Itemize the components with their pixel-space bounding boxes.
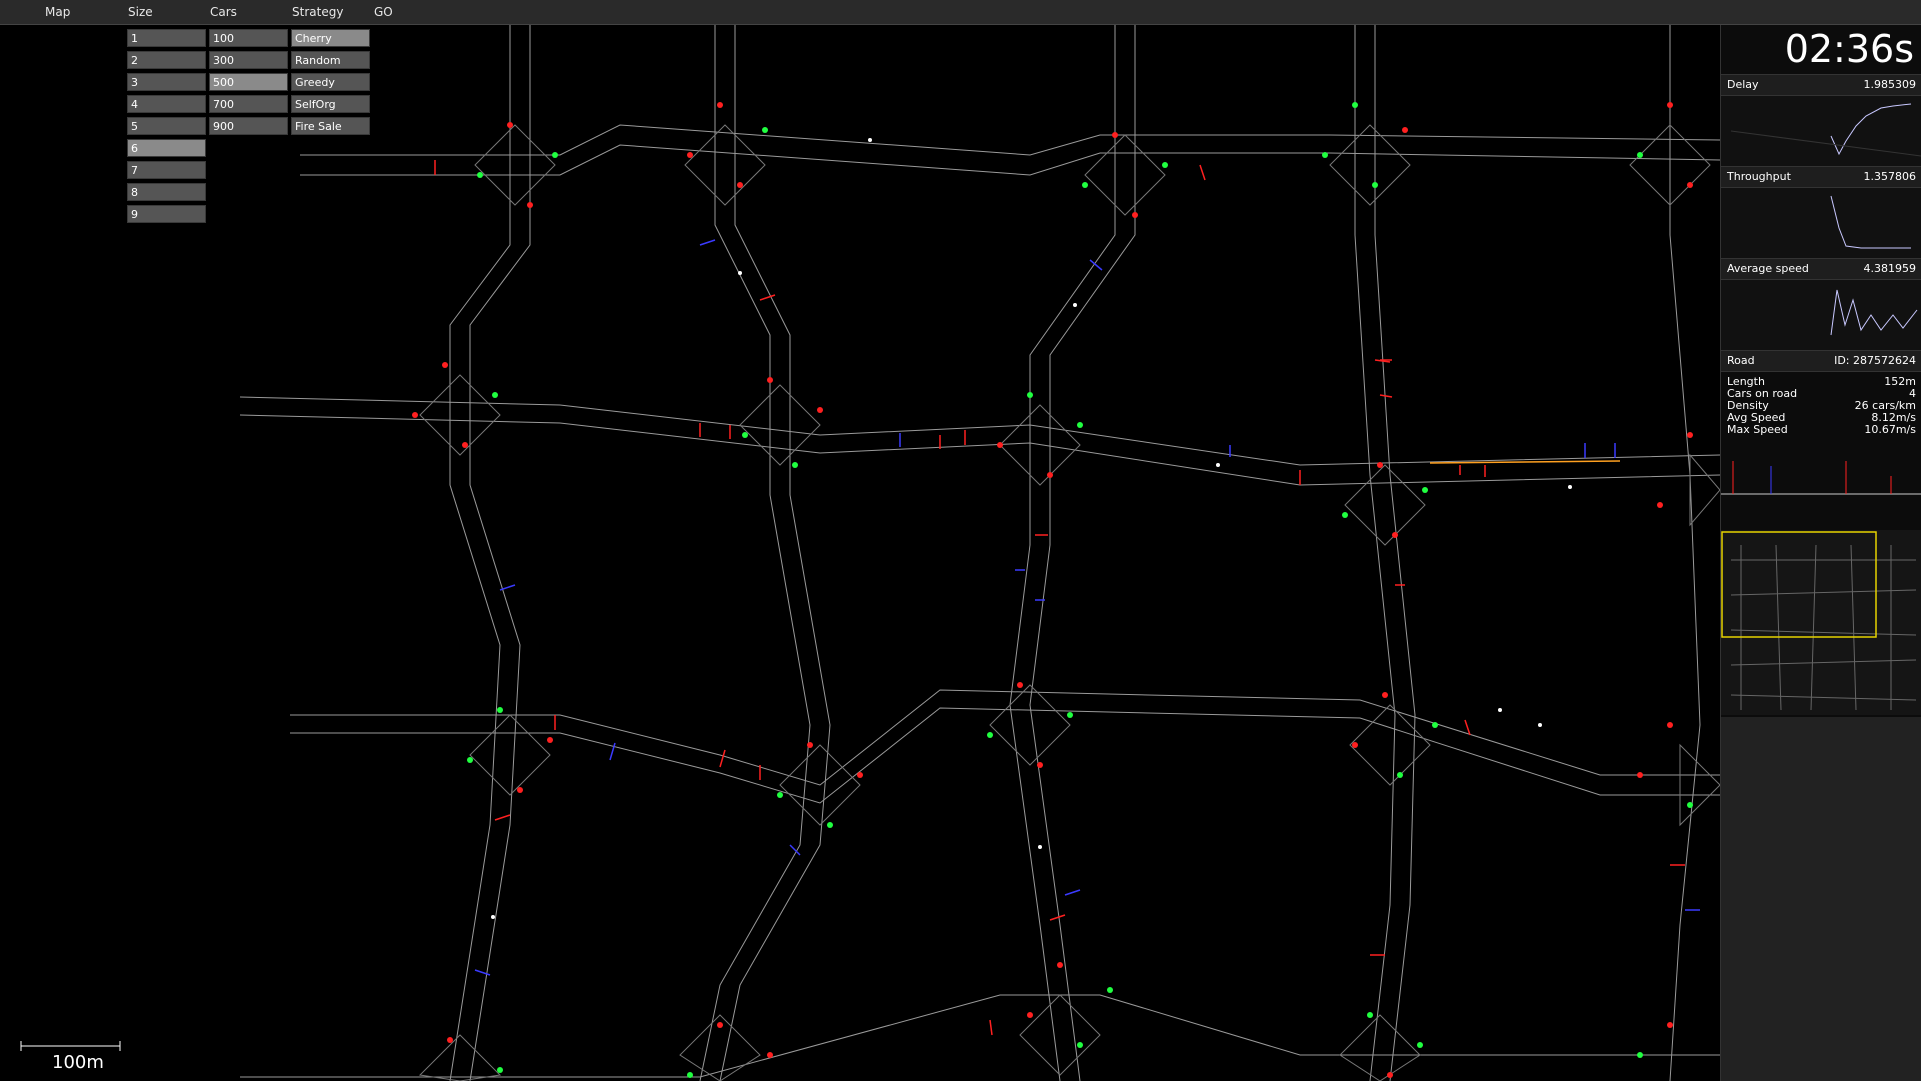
- road-section: Road ID: 287572624 Length 152m Cars on ro…: [1721, 350, 1921, 499]
- go-button[interactable]: GO: [374, 5, 393, 19]
- menu-map[interactable]: Map: [45, 5, 70, 19]
- average-speed-label: Average speed: [1727, 262, 1809, 275]
- delay-sparkline: [1721, 96, 1921, 166]
- road-details: Length 152m Cars on road 4 Density 26 cars/…: [1721, 372, 1921, 436]
- size-option-3[interactable]: 3: [127, 73, 206, 91]
- road-id: ID: 287572624: [1834, 354, 1916, 367]
- throughput-section: Throughput 1.357806: [1721, 166, 1921, 261]
- throughput-sparkline: [1721, 188, 1921, 258]
- top-menu-bar: Map Size Cars Strategy GO: [0, 0, 1921, 25]
- size-option-7[interactable]: 7: [127, 161, 206, 179]
- scale-bar-line: [20, 1041, 121, 1051]
- vehicles: [434, 138, 1700, 1036]
- traffic-signals: [412, 102, 1693, 1078]
- strategy-option-random[interactable]: Random: [291, 51, 370, 69]
- cars-option-900[interactable]: 900: [209, 117, 288, 135]
- stats-panel: 02:36s Delay 1.985309 Throughput 1.35780…: [1720, 25, 1921, 1081]
- cars-option-500[interactable]: 500: [209, 73, 288, 91]
- size-option-2[interactable]: 2: [127, 51, 206, 69]
- size-option-5[interactable]: 5: [127, 117, 206, 135]
- size-option-8[interactable]: 8: [127, 183, 206, 201]
- menu-cars[interactable]: Cars: [210, 5, 237, 19]
- average-speed-sparkline: [1721, 280, 1921, 350]
- road-network-map[interactable]: [0, 25, 1720, 1081]
- scale-label: 100m: [52, 1052, 104, 1073]
- intersections: [418, 124, 1720, 1081]
- cars-option-700[interactable]: 700: [209, 95, 288, 113]
- strategy-option-cherry[interactable]: Cherry: [291, 29, 370, 47]
- road-label: Road: [1727, 354, 1755, 367]
- strategy-option-selforg[interactable]: SelfOrg: [291, 95, 370, 113]
- size-options: 1 2 3 4 5 6 7 8 9: [127, 29, 206, 227]
- minimap[interactable]: [1721, 530, 1921, 715]
- throughput-label: Throughput: [1727, 170, 1791, 183]
- size-option-9[interactable]: 9: [127, 205, 206, 223]
- size-option-4[interactable]: 4: [127, 95, 206, 113]
- size-option-6[interactable]: 6: [127, 139, 206, 157]
- cars-option-100[interactable]: 100: [209, 29, 288, 47]
- menu-strategy[interactable]: Strategy: [292, 5, 343, 19]
- menu-size[interactable]: Size: [128, 5, 153, 19]
- average-speed-value: 4.381959: [1863, 262, 1917, 275]
- cars-option-300[interactable]: 300: [209, 51, 288, 69]
- road-histogram: [1721, 461, 1921, 495]
- average-speed-section: Average speed 4.381959: [1721, 258, 1921, 353]
- delay-label: Delay: [1727, 78, 1759, 91]
- cars-options: 100 300 500 700 900: [209, 29, 288, 139]
- road-max-speed-row: Max Speed 10.67m/s: [1727, 423, 1916, 436]
- road-lines: [239, 25, 1720, 1081]
- scale-bar: 100m: [20, 1040, 125, 1073]
- size-option-1[interactable]: 1: [127, 29, 206, 47]
- strategy-options: Cherry Random Greedy SelfOrg Fire Sale: [291, 29, 370, 139]
- simulation-timer: 02:36s: [1784, 27, 1914, 71]
- throughput-value: 1.357806: [1863, 170, 1917, 183]
- strategy-option-fire-sale[interactable]: Fire Sale: [291, 117, 370, 135]
- strategy-option-greedy[interactable]: Greedy: [291, 73, 370, 91]
- panel-footer: [1721, 717, 1921, 1081]
- delay-section: Delay 1.985309: [1721, 74, 1921, 169]
- delay-value: 1.985309: [1863, 78, 1917, 91]
